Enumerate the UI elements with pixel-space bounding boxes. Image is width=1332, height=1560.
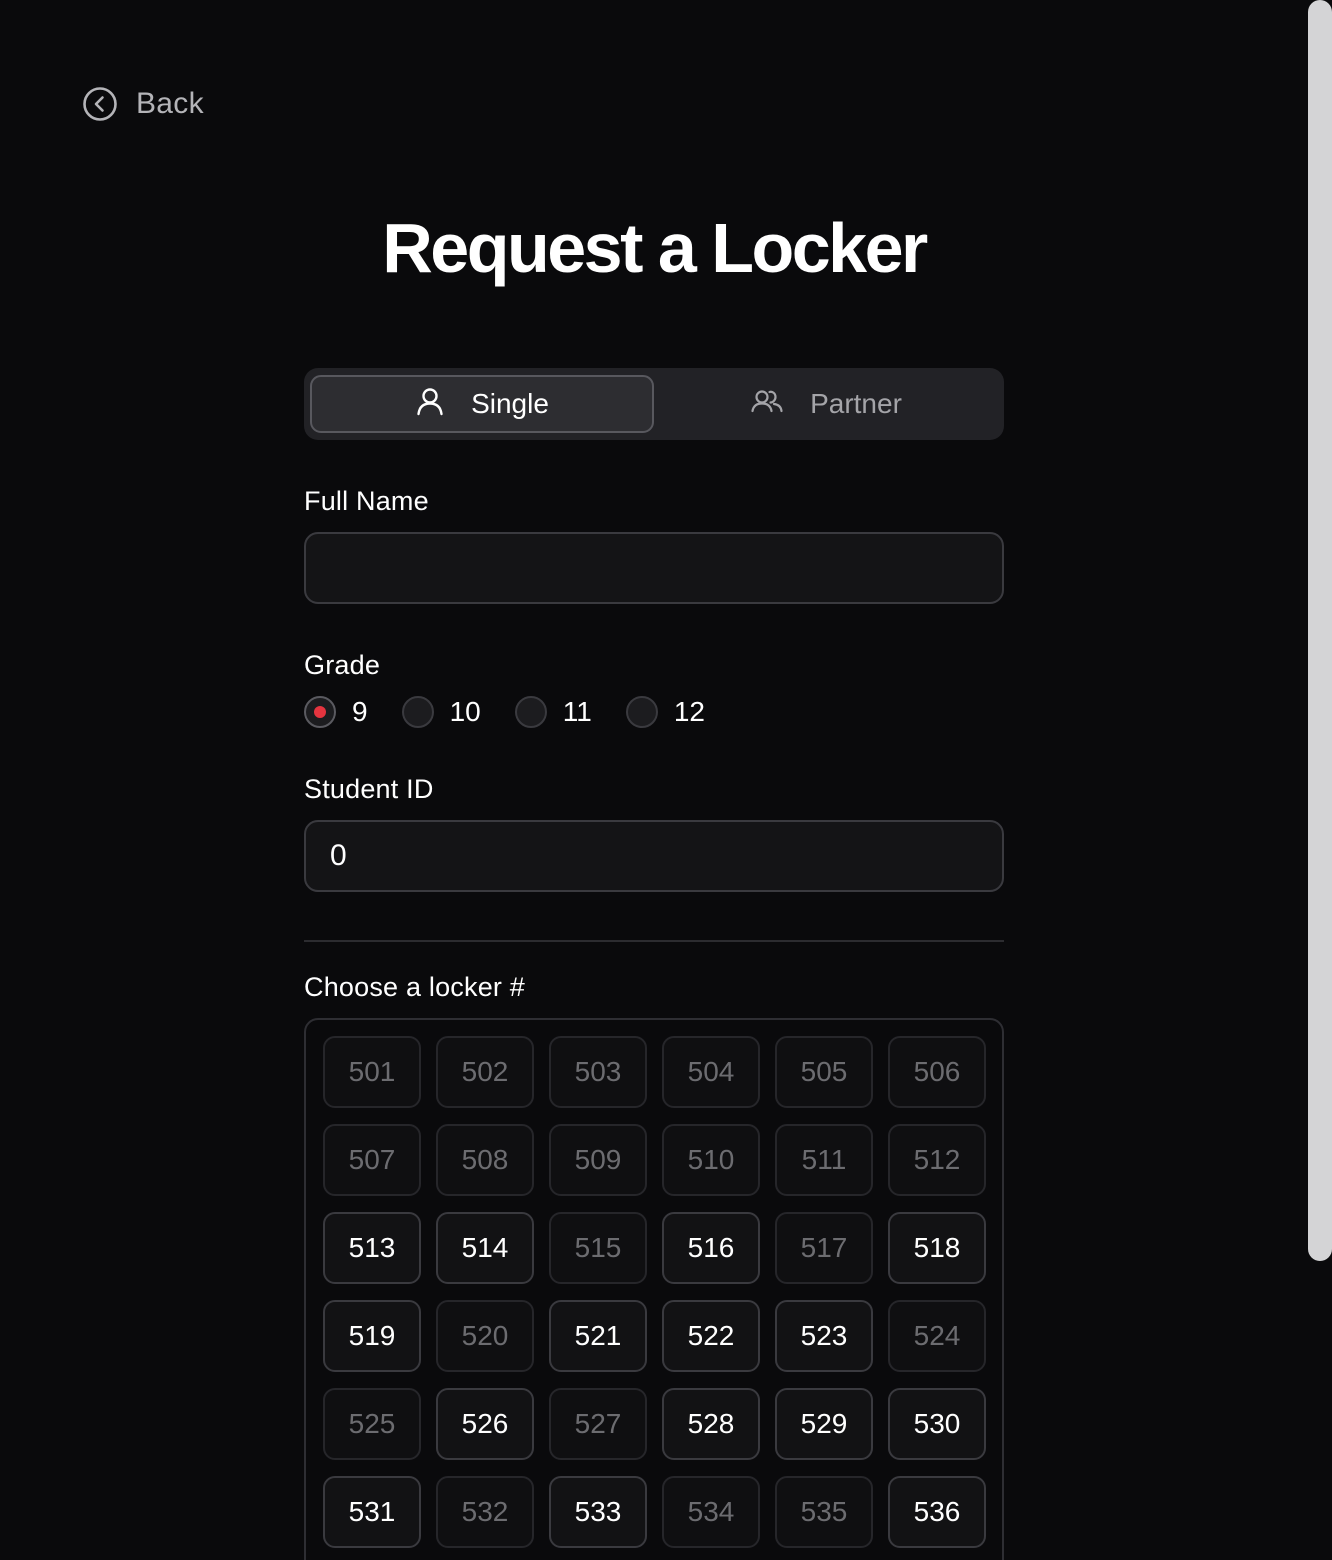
locker-531-button[interactable]: 531 <box>323 1476 421 1548</box>
locker-506-button: 506 <box>888 1036 986 1108</box>
locker-517-button: 517 <box>775 1212 873 1284</box>
locker-512-button: 512 <box>888 1124 986 1196</box>
grade-option-12[interactable]: 12 <box>625 696 705 728</box>
scrollbar[interactable] <box>1308 0 1332 1560</box>
locker-509-button: 509 <box>549 1124 647 1196</box>
locker-503-button: 503 <box>549 1036 647 1108</box>
locker-530-button[interactable]: 530 <box>888 1388 986 1460</box>
locker-511-button: 511 <box>775 1124 873 1196</box>
back-label: Back <box>136 87 204 120</box>
full-name-input[interactable] <box>304 532 1004 604</box>
grade-radio-10[interactable] <box>401 696 434 728</box>
locker-528-button[interactable]: 528 <box>662 1388 760 1460</box>
locker-505-button: 505 <box>775 1036 873 1108</box>
locker-524-button: 524 <box>888 1300 986 1372</box>
grade-label-11: 11 <box>562 696 592 727</box>
locker-521-button[interactable]: 521 <box>549 1300 647 1372</box>
full-name-label: Full Name <box>304 486 429 516</box>
locker-515-button: 515 <box>549 1212 647 1284</box>
grade-option-11[interactable]: 11 <box>514 696 592 728</box>
locker-501-button: 501 <box>323 1036 421 1108</box>
locker-504-button: 504 <box>662 1036 760 1108</box>
grade-label: Grade <box>304 650 381 680</box>
section-divider <box>304 940 1004 942</box>
locker-534-button: 534 <box>662 1476 760 1548</box>
users-icon <box>750 386 784 423</box>
student-id-input[interactable] <box>304 820 1004 892</box>
request-locker-page: Back Request a Locker Single Partner Ful… <box>0 0 1332 1560</box>
locker-section-label: Choose a locker # <box>304 972 526 1002</box>
grade-label-12: 12 <box>673 696 705 727</box>
locker-527-button: 527 <box>549 1388 647 1460</box>
student-id-label: Student ID <box>304 774 434 804</box>
locker-picker: 501 502 503 504 505 506 507 508 509 510 511 512 513 5… <box>304 1018 1004 1560</box>
locker-532-button: 532 <box>436 1476 534 1548</box>
grade-radio-12[interactable] <box>625 696 658 728</box>
circle-chevron-left-icon <box>82 86 118 122</box>
single-option[interactable]: Single <box>310 375 654 433</box>
grade-label-9: 9 <box>352 696 368 727</box>
locker-516-button[interactable]: 516 <box>662 1212 760 1284</box>
locker-525-button: 525 <box>323 1388 421 1460</box>
scrollbar-thumb[interactable] <box>1308 0 1332 1261</box>
single-label: Single <box>471 388 549 419</box>
grade-radio-11[interactable] <box>514 696 547 728</box>
grade-radio-9[interactable] <box>304 696 336 728</box>
grade-option-9[interactable]: 9 <box>304 696 368 728</box>
locker-502-button: 502 <box>436 1036 534 1108</box>
locker-520-button: 520 <box>436 1300 534 1372</box>
locker-522-button[interactable]: 522 <box>662 1300 760 1372</box>
locker-grid: 501 502 503 504 505 506 507 508 509 510 511 512 513 5… <box>323 1036 986 1548</box>
grade-label-10: 10 <box>449 696 481 727</box>
locker-535-button: 535 <box>775 1476 873 1548</box>
grade-option-10[interactable]: 10 <box>401 696 481 728</box>
back-button[interactable]: Back <box>82 86 204 122</box>
locker-507-button: 507 <box>323 1124 421 1196</box>
locker-536-button[interactable]: 536 <box>888 1476 986 1548</box>
locker-523-button[interactable]: 523 <box>775 1300 873 1372</box>
locker-526-button[interactable]: 526 <box>436 1388 534 1460</box>
locker-533-button[interactable]: 533 <box>549 1476 647 1548</box>
partner-option[interactable]: Partner <box>654 375 998 433</box>
locker-519-button[interactable]: 519 <box>323 1300 421 1372</box>
page-title: Request a Locker <box>382 209 928 287</box>
user-icon <box>415 386 445 423</box>
locker-513-button[interactable]: 513 <box>323 1212 421 1284</box>
locker-529-button[interactable]: 529 <box>775 1388 873 1460</box>
locker-514-button[interactable]: 514 <box>436 1212 534 1284</box>
locker-518-button[interactable]: 518 <box>888 1212 986 1284</box>
partner-label: Partner <box>810 388 902 419</box>
grade-radio-group: 9 10 11 12 <box>304 694 739 730</box>
locker-508-button: 508 <box>436 1124 534 1196</box>
request-type-toggle: Single Partner <box>304 368 1004 440</box>
locker-510-button: 510 <box>662 1124 760 1196</box>
